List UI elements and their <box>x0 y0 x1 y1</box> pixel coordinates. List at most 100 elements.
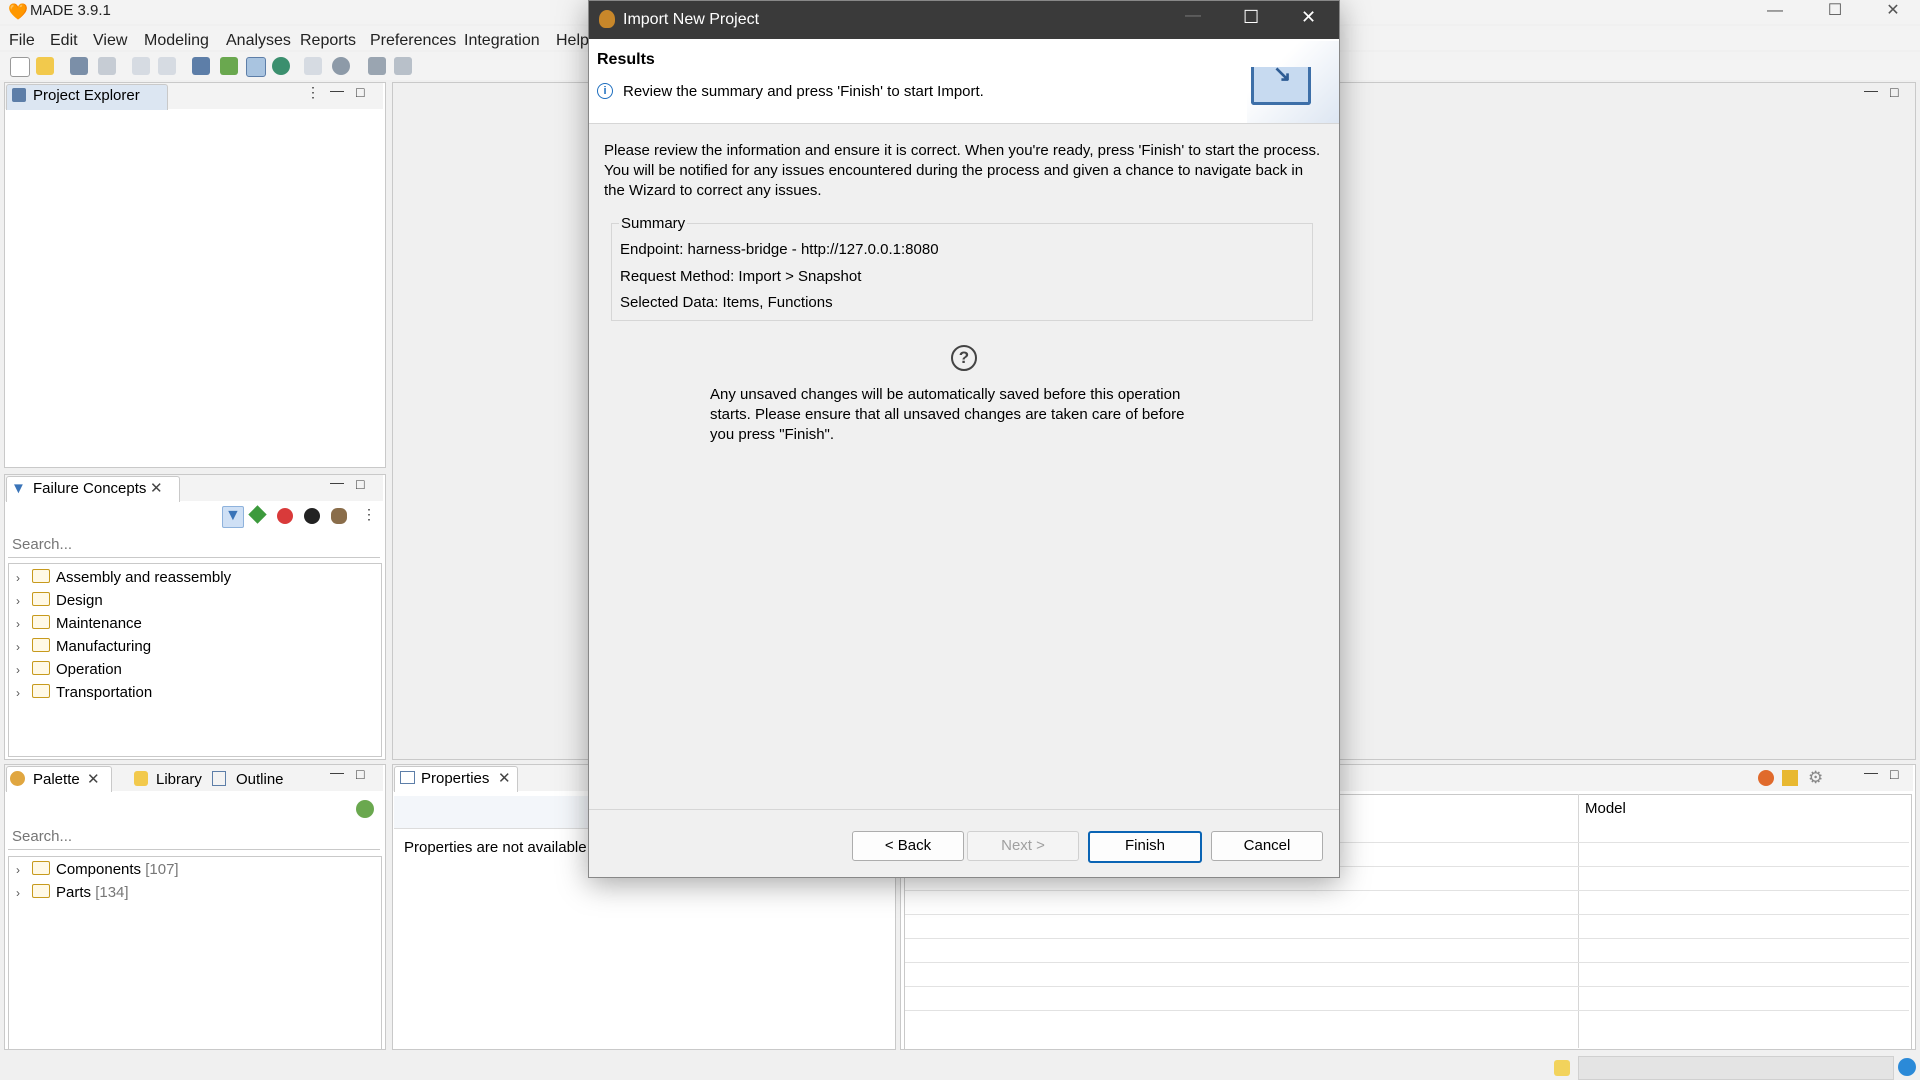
import-icon[interactable] <box>368 57 386 75</box>
analysis-icon[interactable] <box>272 57 290 75</box>
chevron-right-icon[interactable]: › <box>16 567 32 590</box>
redo-icon[interactable] <box>158 57 176 75</box>
tree-item[interactable]: › Manufacturing <box>16 635 151 658</box>
menu-reports[interactable]: Reports <box>300 32 356 50</box>
finish-button[interactable]: Finish <box>1088 831 1202 863</box>
tree-item-label: Operation <box>56 661 122 678</box>
report-icon[interactable] <box>304 57 322 75</box>
tree-item[interactable]: › Operation <box>16 658 122 681</box>
menu-preferences[interactable]: Preferences <box>370 32 456 50</box>
maximize-view-icon[interactable]: □ <box>356 766 364 782</box>
view-menu-icon[interactable]: ⋮ <box>306 84 320 101</box>
funnel-filter-icon: ▼ <box>225 507 241 524</box>
maximize-view-icon[interactable]: □ <box>356 476 364 492</box>
maximize-view-icon[interactable]: □ <box>356 84 364 100</box>
tree-item[interactable]: › Assembly and reassembly <box>16 566 231 589</box>
tab-outline[interactable]: Outline <box>236 771 284 788</box>
cancel-button[interactable]: Cancel <box>1211 831 1323 861</box>
unsaved-changes-note: Any unsaved changes will be automaticall… <box>710 386 1185 443</box>
error-filter-icon[interactable] <box>1758 770 1774 786</box>
close-tab-icon[interactable]: ✕ <box>150 479 163 497</box>
open-folder-icon[interactable] <box>36 57 54 75</box>
close-tab-icon[interactable]: ✕ <box>498 769 511 787</box>
tree-item[interactable]: › Transportation <box>16 681 152 704</box>
undo-icon[interactable] <box>132 57 150 75</box>
export-icon[interactable] <box>332 57 350 75</box>
close-icon[interactable]: ✕ <box>1870 0 1916 22</box>
tree-item[interactable]: › Components [107] <box>16 858 179 881</box>
question-icon: ? <box>951 345 977 371</box>
minimize-view-icon[interactable]: — <box>1864 764 1878 780</box>
menu-analyses[interactable]: Analyses <box>226 32 291 50</box>
hexagon-icon[interactable] <box>331 508 347 524</box>
notes-icon[interactable] <box>1554 1060 1570 1076</box>
failure-concepts-search-input[interactable] <box>8 532 380 558</box>
tree-item[interactable]: › Parts [134] <box>16 881 129 904</box>
table-row-line <box>905 1010 1909 1011</box>
dialog-maximize-icon[interactable]: ☐ <box>1243 7 1259 28</box>
tree-item[interactable]: › Design <box>16 589 103 612</box>
maximize-view-icon[interactable]: □ <box>1890 84 1898 100</box>
warning-filter-icon[interactable] <box>1782 770 1798 786</box>
menu-file[interactable]: File <box>9 32 35 50</box>
failure-concepts-title: Failure Concepts <box>33 480 147 497</box>
summary-request-method: Request Method: Import > Snapshot <box>620 268 862 285</box>
chevron-right-icon[interactable]: › <box>16 882 32 905</box>
connections-icon[interactable] <box>356 800 374 818</box>
menu-help[interactable]: Help <box>556 32 589 50</box>
gear-icon[interactable]: ⚙ <box>1808 768 1823 788</box>
chevron-right-icon[interactable]: › <box>16 659 32 682</box>
funnel-icon: ▼ <box>11 480 26 497</box>
tab-library[interactable]: Library <box>156 771 202 788</box>
chevron-right-icon[interactable]: › <box>16 590 32 613</box>
minimize-view-icon[interactable]: — <box>1864 82 1878 98</box>
properties-icon <box>400 771 415 784</box>
properties-message: Properties are not available <box>404 839 587 856</box>
project-explorer-panel <box>4 82 386 468</box>
view-menu-icon[interactable]: ⋮ <box>362 506 376 523</box>
dialog-app-icon <box>599 10 615 28</box>
column-header-model[interactable]: Model <box>1585 800 1626 817</box>
chart-icon[interactable] <box>220 57 238 75</box>
sync-icon[interactable] <box>1898 1058 1916 1076</box>
chevron-right-icon[interactable]: › <box>16 636 32 659</box>
maximize-icon[interactable]: ☐ <box>1812 0 1858 22</box>
minimize-view-icon[interactable]: — <box>330 474 344 490</box>
minimize-view-icon[interactable]: — <box>330 764 344 780</box>
circle-icon[interactable] <box>304 508 320 524</box>
maximize-view-icon[interactable]: □ <box>1890 766 1898 782</box>
palette-search-input[interactable] <box>8 824 380 850</box>
diagram-icon[interactable] <box>246 57 266 77</box>
dialog-close-icon[interactable]: ✕ <box>1301 7 1316 28</box>
tree-item-label: Design <box>56 592 103 609</box>
stop-icon[interactable] <box>277 508 293 524</box>
menu-modeling[interactable]: Modeling <box>144 32 209 50</box>
library-icon <box>134 771 148 786</box>
menu-edit[interactable]: Edit <box>50 32 78 50</box>
settings-tool-icon[interactable] <box>394 57 412 75</box>
chevron-right-icon[interactable]: › <box>16 613 32 636</box>
tree-item-label: Assembly and reassembly <box>56 569 232 586</box>
chevron-right-icon[interactable]: › <box>16 859 32 882</box>
table-row-line <box>905 962 1909 963</box>
table-row-line <box>905 914 1909 915</box>
close-tab-icon[interactable]: ✕ <box>87 770 100 788</box>
item-count: [107] <box>145 861 179 878</box>
back-button[interactable]: < Back <box>852 831 964 861</box>
menu-integration[interactable]: Integration <box>464 32 540 50</box>
minimize-view-icon[interactable]: — <box>330 82 344 98</box>
tree-item-label: Manufacturing <box>56 638 152 655</box>
import-arrow-icon: ↘ <box>1273 61 1292 86</box>
chevron-right-icon[interactable]: › <box>16 682 32 705</box>
new-file-icon[interactable] <box>10 57 30 77</box>
wizard-page-message: Review the summary and press 'Finish' to… <box>623 83 984 100</box>
minimize-icon[interactable]: — <box>1752 0 1798 22</box>
save-all-icon[interactable] <box>98 57 116 75</box>
progress-area <box>1578 1056 1894 1080</box>
tab-properties-label: Properties <box>421 770 490 787</box>
tree-item[interactable]: › Maintenance <box>16 612 142 635</box>
tree-item-label: Components <box>56 861 142 878</box>
hierarchy-icon[interactable] <box>192 57 210 75</box>
menu-view[interactable]: View <box>93 32 127 50</box>
save-icon[interactable] <box>70 57 88 75</box>
